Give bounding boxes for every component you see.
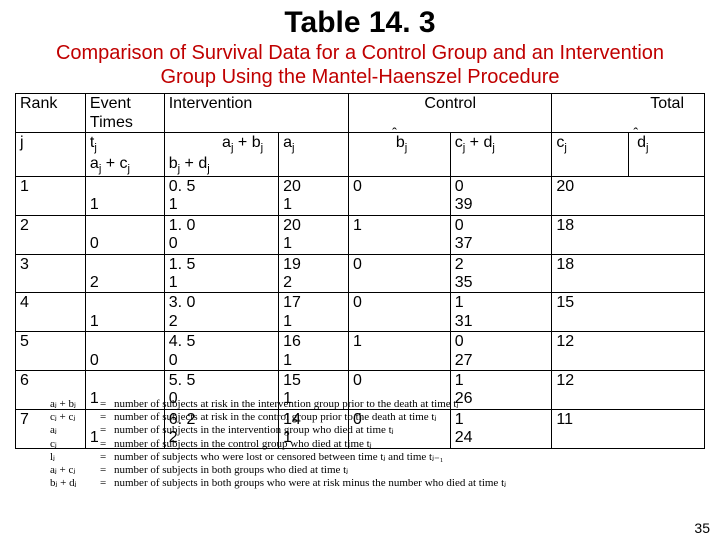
cell: 5. 50 bbox=[164, 371, 278, 410]
cell-j: 6 bbox=[16, 371, 86, 410]
table-row: 3 2 1. 51 192 0 235 18 bbox=[16, 254, 705, 293]
cell-t: 0 bbox=[85, 332, 164, 371]
cell: 0 bbox=[349, 371, 451, 410]
cell: 126 bbox=[450, 371, 552, 410]
table-row: 2 0 1. 00 201 1 037 18 bbox=[16, 215, 705, 254]
cell-j: 3 bbox=[16, 254, 86, 293]
def-row: lⱼ=number of subjects who were lost or c… bbox=[50, 451, 506, 464]
cell: 18 bbox=[552, 254, 705, 293]
survival-table: Rank Event Times Intervention Control To… bbox=[15, 93, 705, 448]
table-subtitle: Comparison of Survival Data for a Contro… bbox=[30, 42, 690, 89]
table-row: 7 1 6. 22 141 0 124 11 bbox=[16, 409, 705, 448]
cell: 131 bbox=[450, 293, 552, 332]
cell: 039 bbox=[450, 177, 552, 216]
hdr-total: Total bbox=[552, 94, 705, 133]
header-row-2: j tj aj + cj aj + bj bj + dj aj bj cj + … bbox=[16, 132, 705, 176]
cell: 12 bbox=[552, 371, 705, 410]
cell-t: 1 bbox=[85, 293, 164, 332]
cell: 0 bbox=[349, 409, 451, 448]
table-row: 1 1 0. 51 201 0 039 20 bbox=[16, 177, 705, 216]
hdr-ctl-col1: bj bbox=[349, 132, 451, 176]
cell: 11 bbox=[552, 409, 705, 448]
cell-j: 7 bbox=[16, 409, 86, 448]
cell: 235 bbox=[450, 254, 552, 293]
cell: 171 bbox=[279, 293, 349, 332]
cell-t: 1 bbox=[85, 177, 164, 216]
cell: 027 bbox=[450, 332, 552, 371]
hdr-rank: Rank bbox=[16, 94, 86, 133]
table-row: 5 0 4. 50 161 1 027 12 bbox=[16, 332, 705, 371]
cell-t: 1 bbox=[85, 409, 164, 448]
table-title: Table 14. 3 bbox=[0, 6, 720, 40]
hdr-control: Control bbox=[349, 94, 552, 133]
hdr-tot-col2: dj bbox=[628, 132, 704, 176]
cell: 15 bbox=[552, 293, 705, 332]
hdr-event: Event Times bbox=[85, 94, 164, 133]
hdr-int-col2: aj bbox=[279, 132, 349, 176]
hdr-int-col1: aj + bj bj + dj bbox=[164, 132, 278, 176]
cell: 1 bbox=[349, 332, 451, 371]
cell: 0 bbox=[349, 293, 451, 332]
cell-t: 1 bbox=[85, 371, 164, 410]
hdr-tj: tj aj + cj bbox=[85, 132, 164, 176]
def-row: aⱼ + cⱼ=number of subjects in both group… bbox=[50, 464, 506, 477]
cell: 1 bbox=[349, 215, 451, 254]
def-row: bⱼ + dⱼ=number of subjects in both group… bbox=[50, 477, 506, 490]
table-row: 4 1 3. 02 171 0 131 15 bbox=[16, 293, 705, 332]
cell: 201 bbox=[279, 215, 349, 254]
cell-j: 4 bbox=[16, 293, 86, 332]
header-row-1: Rank Event Times Intervention Control To… bbox=[16, 94, 705, 133]
cell: 201 bbox=[279, 177, 349, 216]
table-row: 6 1 5. 50 151 0 126 12 bbox=[16, 371, 705, 410]
cell: 0. 51 bbox=[164, 177, 278, 216]
cell: 18 bbox=[552, 215, 705, 254]
cell: 20 bbox=[552, 177, 705, 216]
cell: 0 bbox=[349, 177, 451, 216]
hdr-intervention: Intervention bbox=[164, 94, 348, 133]
cell: 124 bbox=[450, 409, 552, 448]
cell: 192 bbox=[279, 254, 349, 293]
cell: 6. 22 bbox=[164, 409, 278, 448]
cell-j: 2 bbox=[16, 215, 86, 254]
cell-j: 5 bbox=[16, 332, 86, 371]
cell: 4. 50 bbox=[164, 332, 278, 371]
hdr-tot-col1: cj bbox=[552, 132, 628, 176]
cell-t: 0 bbox=[85, 215, 164, 254]
cell-j: 1 bbox=[16, 177, 86, 216]
cell: 12 bbox=[552, 332, 705, 371]
cell: 3. 02 bbox=[164, 293, 278, 332]
hdr-ctl-col2: cj + dj bbox=[450, 132, 552, 176]
cell: 151 bbox=[279, 371, 349, 410]
cell: 141 bbox=[279, 409, 349, 448]
cell: 1. 51 bbox=[164, 254, 278, 293]
cell: 161 bbox=[279, 332, 349, 371]
cell: 037 bbox=[450, 215, 552, 254]
hdr-j: j bbox=[16, 132, 86, 176]
page-number: 35 bbox=[694, 520, 710, 536]
cell-t: 2 bbox=[85, 254, 164, 293]
cell: 0 bbox=[349, 254, 451, 293]
cell: 1. 00 bbox=[164, 215, 278, 254]
